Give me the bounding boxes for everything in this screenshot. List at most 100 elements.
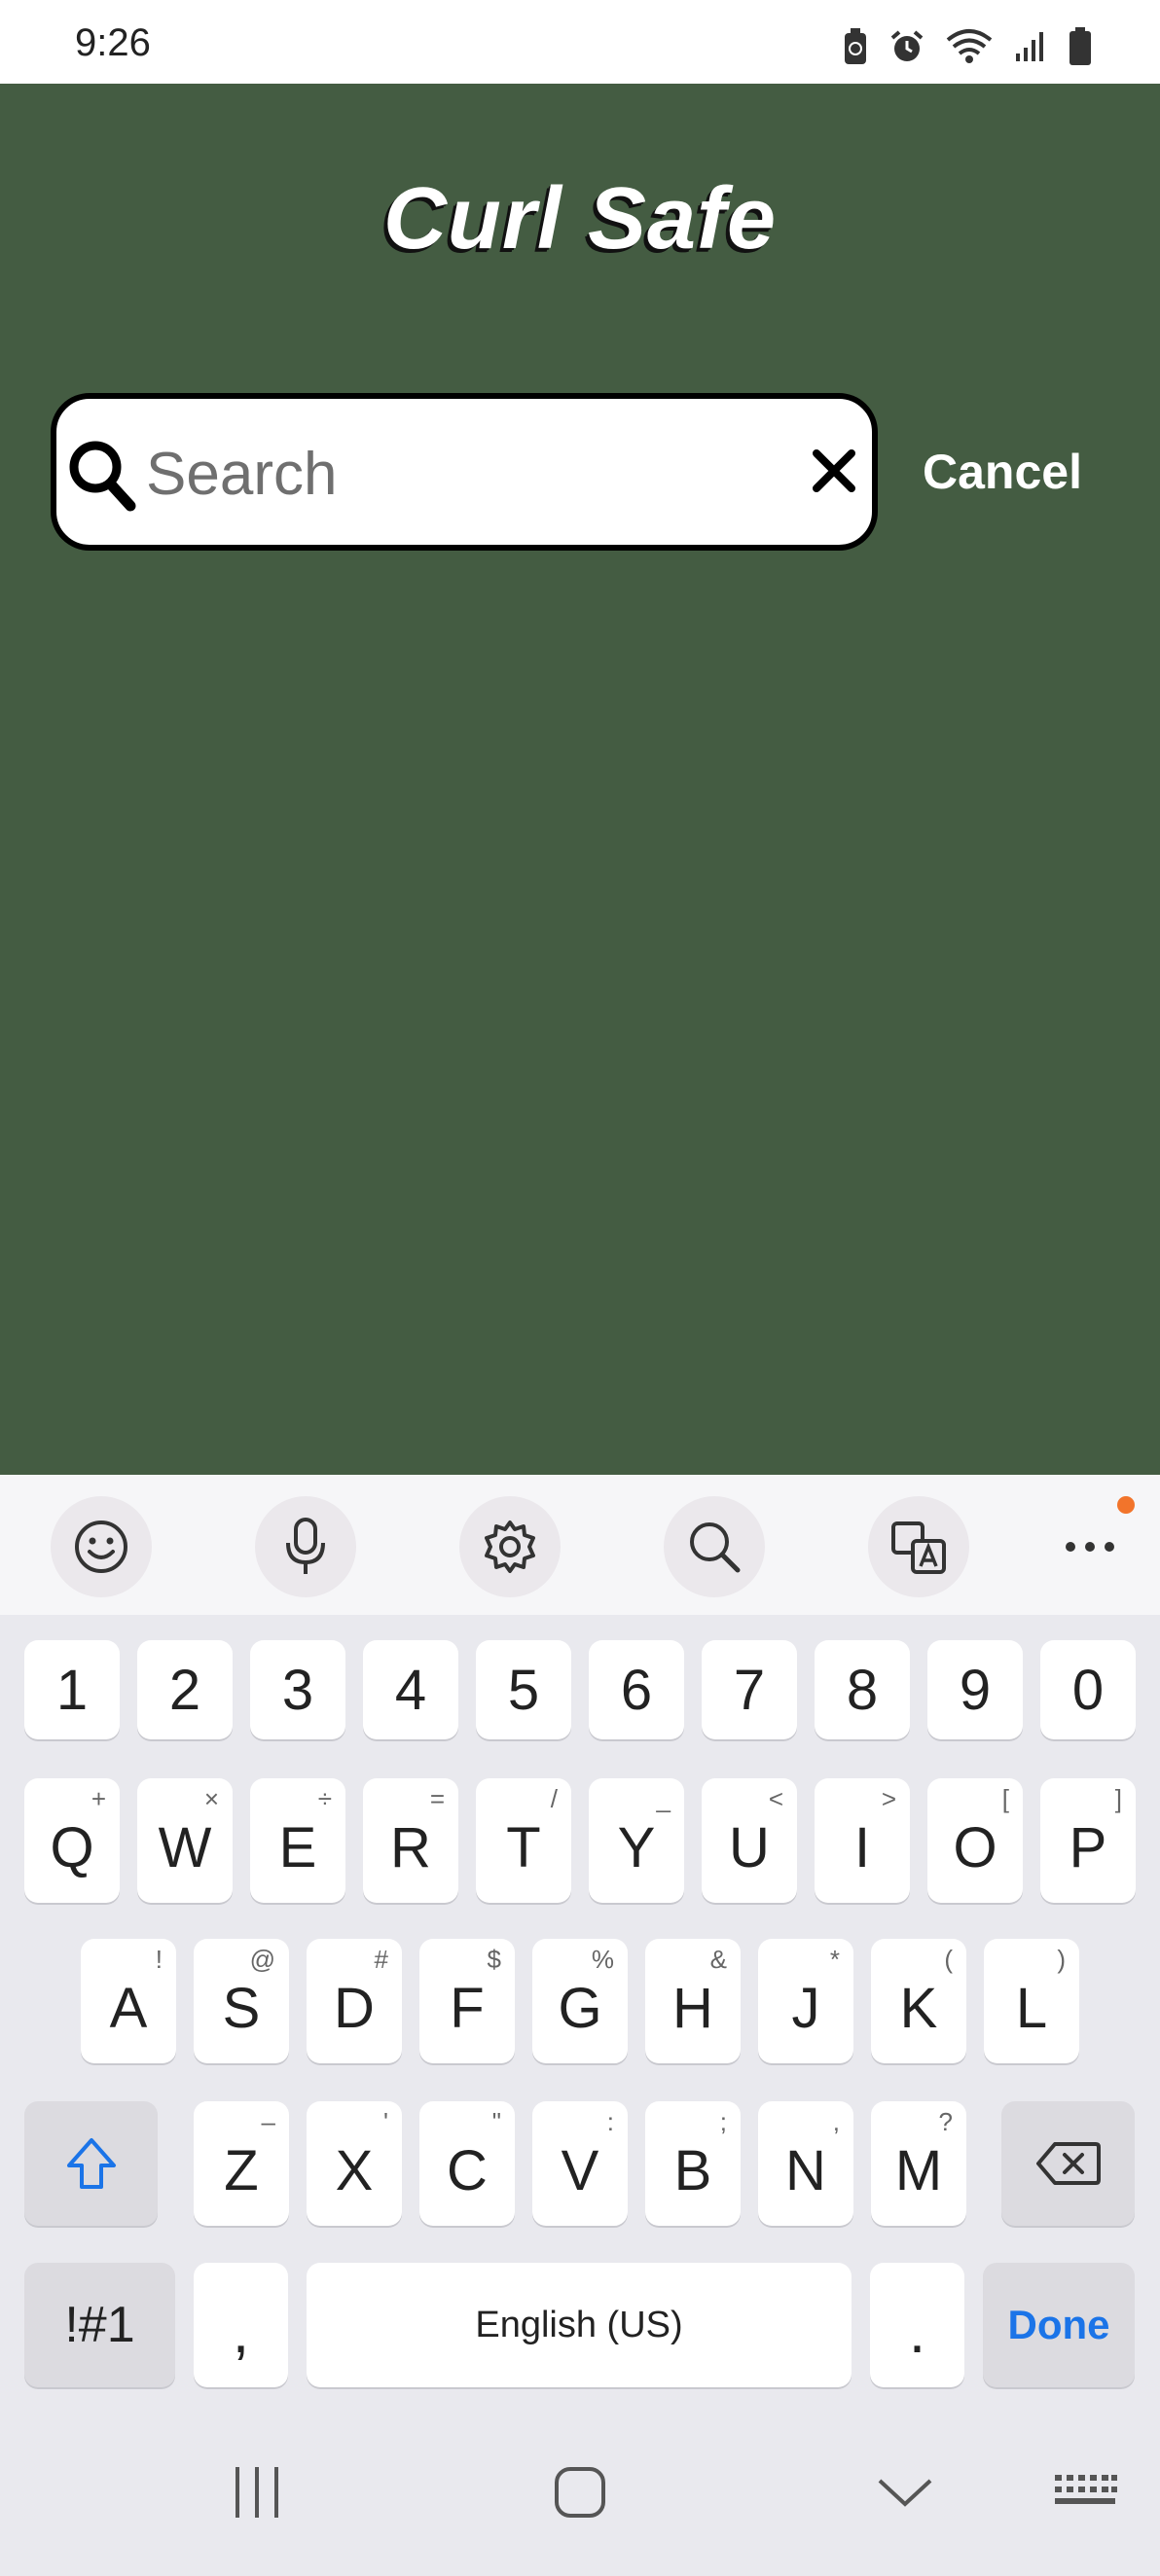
microphone-icon — [286, 1518, 325, 1574]
key-f[interactable]: $ F — [419, 1939, 515, 2063]
comma-key[interactable]: , — [194, 2263, 288, 2387]
recent-apps-icon[interactable] — [230, 2461, 284, 2523]
key-t[interactable]: / T — [476, 1778, 571, 1903]
key-label: U — [729, 1815, 770, 1879]
key-hint: @ — [249, 1945, 275, 1974]
key-u[interactable]: < U — [702, 1778, 797, 1903]
key-label: E — [278, 1815, 317, 1879]
key-label: 0 — [1071, 1658, 1105, 1722]
key-p[interactable]: ] P — [1040, 1778, 1136, 1903]
keyboard-search-button[interactable] — [664, 1496, 765, 1597]
key-b[interactable]: ; B — [645, 2101, 741, 2226]
key-label: 8 — [846, 1658, 879, 1722]
key-n[interactable]: ,N — [758, 2101, 853, 2226]
voice-input-button[interactable] — [255, 1496, 356, 1597]
key-e[interactable]: ÷ E — [250, 1778, 345, 1903]
translate-button[interactable] — [868, 1496, 969, 1597]
done-key[interactable]: Done — [983, 2263, 1135, 2387]
key-hint: " — [491, 2107, 501, 2136]
backspace-key[interactable] — [1001, 2101, 1135, 2226]
key-label: C — [447, 2138, 488, 2202]
key-hint: ] — [1114, 1784, 1122, 1813]
key-h[interactable]: & H — [645, 1939, 741, 2063]
space-key[interactable]: English (US) — [307, 2263, 852, 2387]
key-g[interactable]: % G — [532, 1939, 628, 2063]
key-hint: ÷ — [317, 1784, 332, 1813]
app-title: Curl Safe — [382, 170, 778, 268]
key-1[interactable]: 1 — [24, 1640, 120, 1739]
home-icon[interactable] — [553, 2461, 607, 2523]
key-label: H — [672, 1976, 713, 2040]
search-icon — [690, 1522, 741, 1573]
key-a[interactable]: ! A — [81, 1939, 176, 2063]
shift-key[interactable] — [24, 2101, 158, 2226]
key-y[interactable]: _ Y — [589, 1778, 684, 1903]
battery-icon — [1069, 27, 1091, 65]
key-3[interactable]: 3 — [250, 1640, 345, 1739]
period-key[interactable]: . — [870, 2263, 964, 2387]
key-c[interactable]: " C — [419, 2101, 515, 2226]
emoji-icon — [75, 1521, 127, 1573]
key-q[interactable]: + Q — [24, 1778, 120, 1903]
search-bar[interactable] — [51, 393, 878, 551]
close-icon[interactable] — [811, 447, 857, 494]
key-hint: > — [881, 1784, 896, 1813]
keyboard-icon[interactable] — [1051, 2461, 1119, 2523]
key-9[interactable]: 9 — [927, 1640, 1023, 1739]
key-5[interactable]: 5 — [476, 1640, 571, 1739]
key-hint: % — [591, 1945, 614, 1974]
key-o[interactable]: [O — [927, 1778, 1023, 1903]
key-0[interactable]: 0 — [1040, 1640, 1136, 1739]
key-2[interactable]: 2 — [137, 1640, 233, 1739]
key-i[interactable]: > I — [815, 1778, 910, 1903]
key-hint: – — [261, 2107, 275, 2136]
key-label: 3 — [281, 1658, 314, 1722]
key-hint: _ — [656, 1784, 671, 1813]
key-label: 7 — [733, 1658, 766, 1722]
key-label: V — [561, 2138, 599, 2202]
wifi-icon — [946, 29, 993, 63]
key-label: 2 — [168, 1658, 201, 1722]
key-7[interactable]: 7 — [702, 1640, 797, 1739]
key-r[interactable]: = R — [363, 1778, 458, 1903]
key-x[interactable]: ' X — [307, 2101, 402, 2226]
key-label: L — [1015, 1976, 1048, 2040]
screen: 9:26 Curl Safe Search Cancel !#1 , Engli… — [0, 0, 1160, 2576]
battery-saver-icon — [845, 28, 866, 64]
key-z[interactable]: – Z — [194, 2101, 289, 2226]
key-l[interactable]: ) L — [984, 1939, 1079, 2063]
search-input[interactable] — [144, 438, 780, 510]
key-hint: & — [709, 1945, 727, 1974]
period-key-label: . — [908, 2298, 926, 2366]
key-s[interactable]: @ S — [194, 1939, 289, 2063]
keyboard: !#1 , English (US) . Done 1 2 3 4 5 6 7 8 9 0 + Q × W… — [0, 1475, 1160, 2576]
back-icon[interactable] — [874, 2461, 936, 2523]
space-key-label: English (US) — [475, 2304, 683, 2345]
key-label: D — [334, 1976, 375, 2040]
emoji-button[interactable] — [51, 1496, 152, 1597]
key-label: N — [785, 2138, 826, 2202]
key-6[interactable]: 6 — [589, 1640, 684, 1739]
keyboard-settings-button[interactable] — [459, 1496, 561, 1597]
key-hint: ! — [155, 1945, 163, 1974]
key-label: T — [506, 1815, 541, 1879]
key-4[interactable]: 4 — [363, 1640, 458, 1739]
key-m[interactable]: ? M — [871, 2101, 966, 2226]
keyboard-toolbar — [0, 1475, 1160, 1615]
key-w[interactable]: × W — [137, 1778, 233, 1903]
key-d[interactable]: # D — [307, 1939, 402, 2063]
cancel-button[interactable]: Cancel — [923, 444, 1082, 500]
key-k[interactable]: (K — [871, 1939, 966, 2063]
gear-icon — [485, 1521, 535, 1573]
key-8[interactable]: 8 — [815, 1640, 910, 1739]
status-icons — [843, 27, 1092, 66]
symbols-key[interactable]: !#1 — [24, 2263, 175, 2387]
shift-icon — [66, 2138, 116, 2189]
translate-icon — [891, 1521, 946, 1574]
key-hint: ( — [944, 1945, 953, 1974]
key-hint: ' — [383, 2107, 388, 2136]
key-j[interactable]: * J — [758, 1939, 853, 2063]
symbols-key-label: !#1 — [64, 2297, 135, 2353]
key-v[interactable]: :V — [532, 2101, 628, 2226]
comma-key-label: , — [232, 2298, 250, 2366]
